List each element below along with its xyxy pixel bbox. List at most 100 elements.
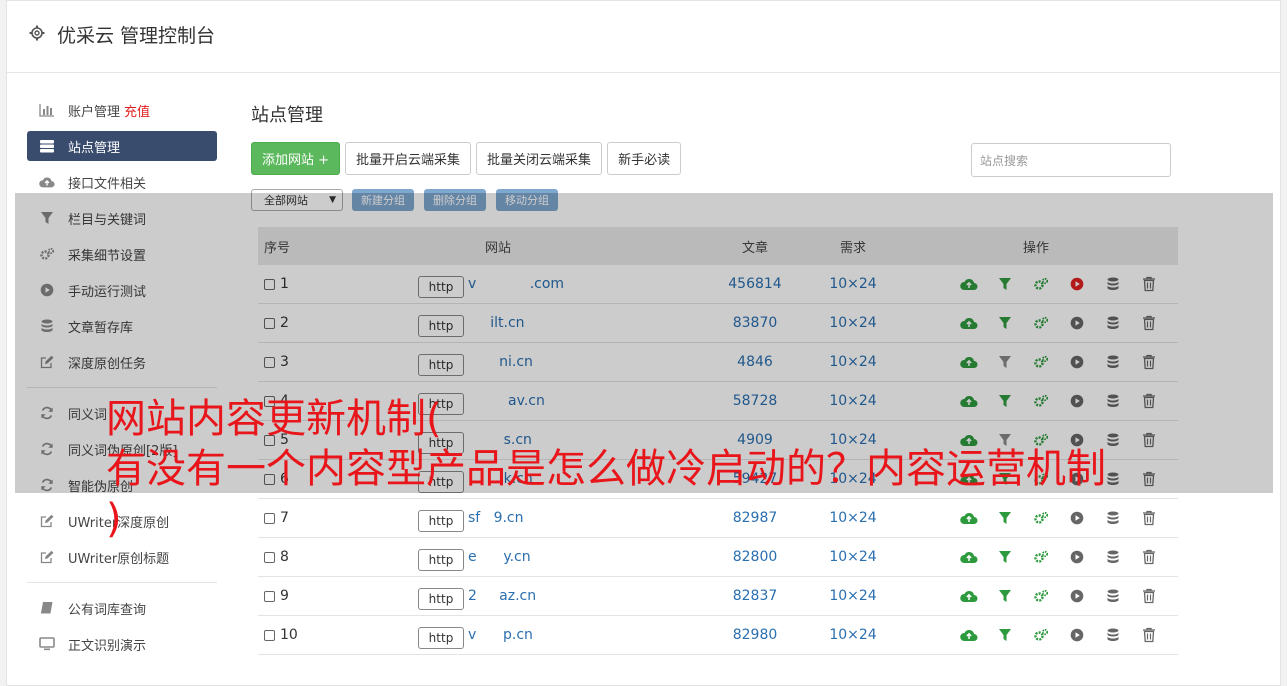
add-site-button[interactable]: 添加网站 + xyxy=(251,141,341,175)
row-checkbox[interactable] xyxy=(264,590,275,602)
play-icon[interactable] xyxy=(1059,275,1095,293)
play-icon[interactable] xyxy=(1059,587,1095,605)
sidebar-item-a-6[interactable]: 文章暂存库 xyxy=(27,311,217,341)
sidebar-item-c-1[interactable]: 正文识别演示 xyxy=(27,629,217,659)
cloud-upload-icon[interactable] xyxy=(951,587,987,605)
row-site: http ni.cn xyxy=(338,348,698,376)
database-icon[interactable] xyxy=(1095,548,1131,566)
trash-icon[interactable] xyxy=(1131,626,1167,644)
article-count-link[interactable]: 4846 xyxy=(698,354,812,370)
site-url-link[interactable]: ni.cn xyxy=(468,354,533,370)
move-group-button[interactable]: 移动分组 xyxy=(496,189,558,211)
article-count-link[interactable]: 82800 xyxy=(698,549,812,565)
filter-icon[interactable] xyxy=(987,587,1023,605)
sidebar-item-a-3[interactable]: 栏目与关键词 xyxy=(27,203,217,233)
recharge-link[interactable]: 充值 xyxy=(124,101,150,120)
play-icon[interactable] xyxy=(1059,548,1095,566)
site-url-link[interactable]: 2 az.cn xyxy=(468,588,536,604)
row-checkbox[interactable] xyxy=(264,356,275,368)
http-button[interactable]: http xyxy=(418,588,464,610)
site-url-link[interactable]: ilt.cn xyxy=(468,315,524,331)
trash-icon[interactable] xyxy=(1131,431,1167,449)
row-number: 8 xyxy=(280,549,289,565)
filter-icon[interactable] xyxy=(987,548,1023,566)
row-number: 10 xyxy=(280,627,298,643)
row-checkbox[interactable] xyxy=(264,629,275,641)
play-icon[interactable] xyxy=(1059,626,1095,644)
sidebar-item-a-0[interactable]: 账户管理 充值 xyxy=(27,95,217,125)
sidebar-item-a-1[interactable]: 站点管理 xyxy=(27,131,217,161)
trash-icon[interactable] xyxy=(1131,509,1167,527)
trash-icon[interactable] xyxy=(1131,587,1167,605)
http-button[interactable]: http xyxy=(418,354,464,376)
article-count-link[interactable]: 82980 xyxy=(698,627,812,643)
demand-link[interactable]: 10×24 xyxy=(812,588,894,604)
filter-icon[interactable] xyxy=(987,314,1023,332)
gears-icon[interactable] xyxy=(1023,587,1059,605)
cloud-upload-icon[interactable] xyxy=(951,275,987,293)
batch-open-cloud-button[interactable]: 批量开启云端采集 xyxy=(345,141,472,175)
http-button[interactable]: http xyxy=(418,549,464,571)
database-icon[interactable] xyxy=(1095,626,1131,644)
database-icon[interactable] xyxy=(1095,587,1131,605)
gears-icon[interactable] xyxy=(1023,548,1059,566)
sidebar-item-a-5[interactable]: 手动运行测试 xyxy=(27,275,217,305)
new-group-button[interactable]: 新建分组 xyxy=(352,189,414,211)
gear-icon[interactable] xyxy=(29,25,45,41)
demand-link[interactable]: 10×24 xyxy=(812,549,894,565)
http-button[interactable]: http xyxy=(418,627,464,649)
cloud-upload-icon[interactable] xyxy=(951,626,987,644)
database-icon[interactable] xyxy=(1095,314,1131,332)
trash-icon[interactable] xyxy=(1131,470,1167,488)
filter-icon[interactable] xyxy=(987,275,1023,293)
sidebar-item-a-2[interactable]: 接口文件相关 xyxy=(27,167,217,197)
cloud-upload-icon[interactable] xyxy=(951,353,987,371)
gears-icon[interactable] xyxy=(1023,626,1059,644)
demand-link[interactable]: 10×24 xyxy=(812,315,894,331)
edit-icon xyxy=(39,354,55,370)
row-no: 10 xyxy=(258,627,338,643)
filter-icon[interactable] xyxy=(987,626,1023,644)
row-checkbox[interactable] xyxy=(264,551,275,563)
trash-icon[interactable] xyxy=(1131,275,1167,293)
cloud-upload-icon[interactable] xyxy=(951,314,987,332)
gears-icon[interactable] xyxy=(1023,275,1059,293)
play-icon[interactable] xyxy=(1059,314,1095,332)
database-icon[interactable] xyxy=(1095,353,1131,371)
http-button[interactable]: http xyxy=(418,276,464,298)
demand-link[interactable]: 10×24 xyxy=(812,276,894,292)
play-icon[interactable] xyxy=(1059,353,1095,371)
delete-group-button[interactable]: 删除分组 xyxy=(424,189,486,211)
article-count-link[interactable]: 456814 xyxy=(698,276,812,292)
row-checkbox[interactable] xyxy=(264,278,275,290)
row-checkbox[interactable] xyxy=(264,317,275,329)
database-icon[interactable] xyxy=(1095,275,1131,293)
sidebar-item-b-4[interactable]: UWriter原创标题 xyxy=(27,542,217,572)
gears-icon[interactable] xyxy=(1023,314,1059,332)
site-url-link[interactable]: v p.cn xyxy=(468,627,533,643)
demand-link[interactable]: 10×24 xyxy=(812,627,894,643)
trash-icon[interactable] xyxy=(1131,548,1167,566)
article-count-link[interactable]: 82837 xyxy=(698,588,812,604)
sidebar-item-c-0[interactable]: 公有词库查询 xyxy=(27,593,217,623)
sidebar-item-a-4[interactable]: 采集细节设置 xyxy=(27,239,217,269)
table-row: 9 http 2 az.cn 82837 10×24 xyxy=(258,577,1178,616)
site-url-link[interactable]: e y.cn xyxy=(468,549,531,565)
guide-button[interactable]: 新手必读 xyxy=(607,141,682,175)
site-search-input[interactable]: 站点搜索 xyxy=(971,143,1171,177)
trash-icon[interactable] xyxy=(1131,314,1167,332)
batch-close-cloud-button[interactable]: 批量关闭云端采集 xyxy=(476,141,603,175)
filter-icon[interactable] xyxy=(987,353,1023,371)
article-count-link[interactable]: 83870 xyxy=(698,315,812,331)
trash-icon[interactable] xyxy=(1131,353,1167,371)
col-site: 网站 xyxy=(484,240,511,256)
trash-icon[interactable] xyxy=(1131,392,1167,410)
http-button[interactable]: http xyxy=(418,315,464,337)
main-content: 站点管理 添加网站 + 批量开启云端采集 批量关闭云端采集 新手必读 站点搜索 … xyxy=(251,101,1171,211)
sidebar-item-a-7[interactable]: 深度原创任务 xyxy=(27,347,217,377)
cloud-upload-icon[interactable] xyxy=(951,548,987,566)
site-url-link[interactable]: v .com xyxy=(468,276,564,292)
demand-link[interactable]: 10×24 xyxy=(812,354,894,370)
group-select[interactable]: 全部网站 ▼ xyxy=(251,189,343,211)
gears-icon[interactable] xyxy=(1023,353,1059,371)
